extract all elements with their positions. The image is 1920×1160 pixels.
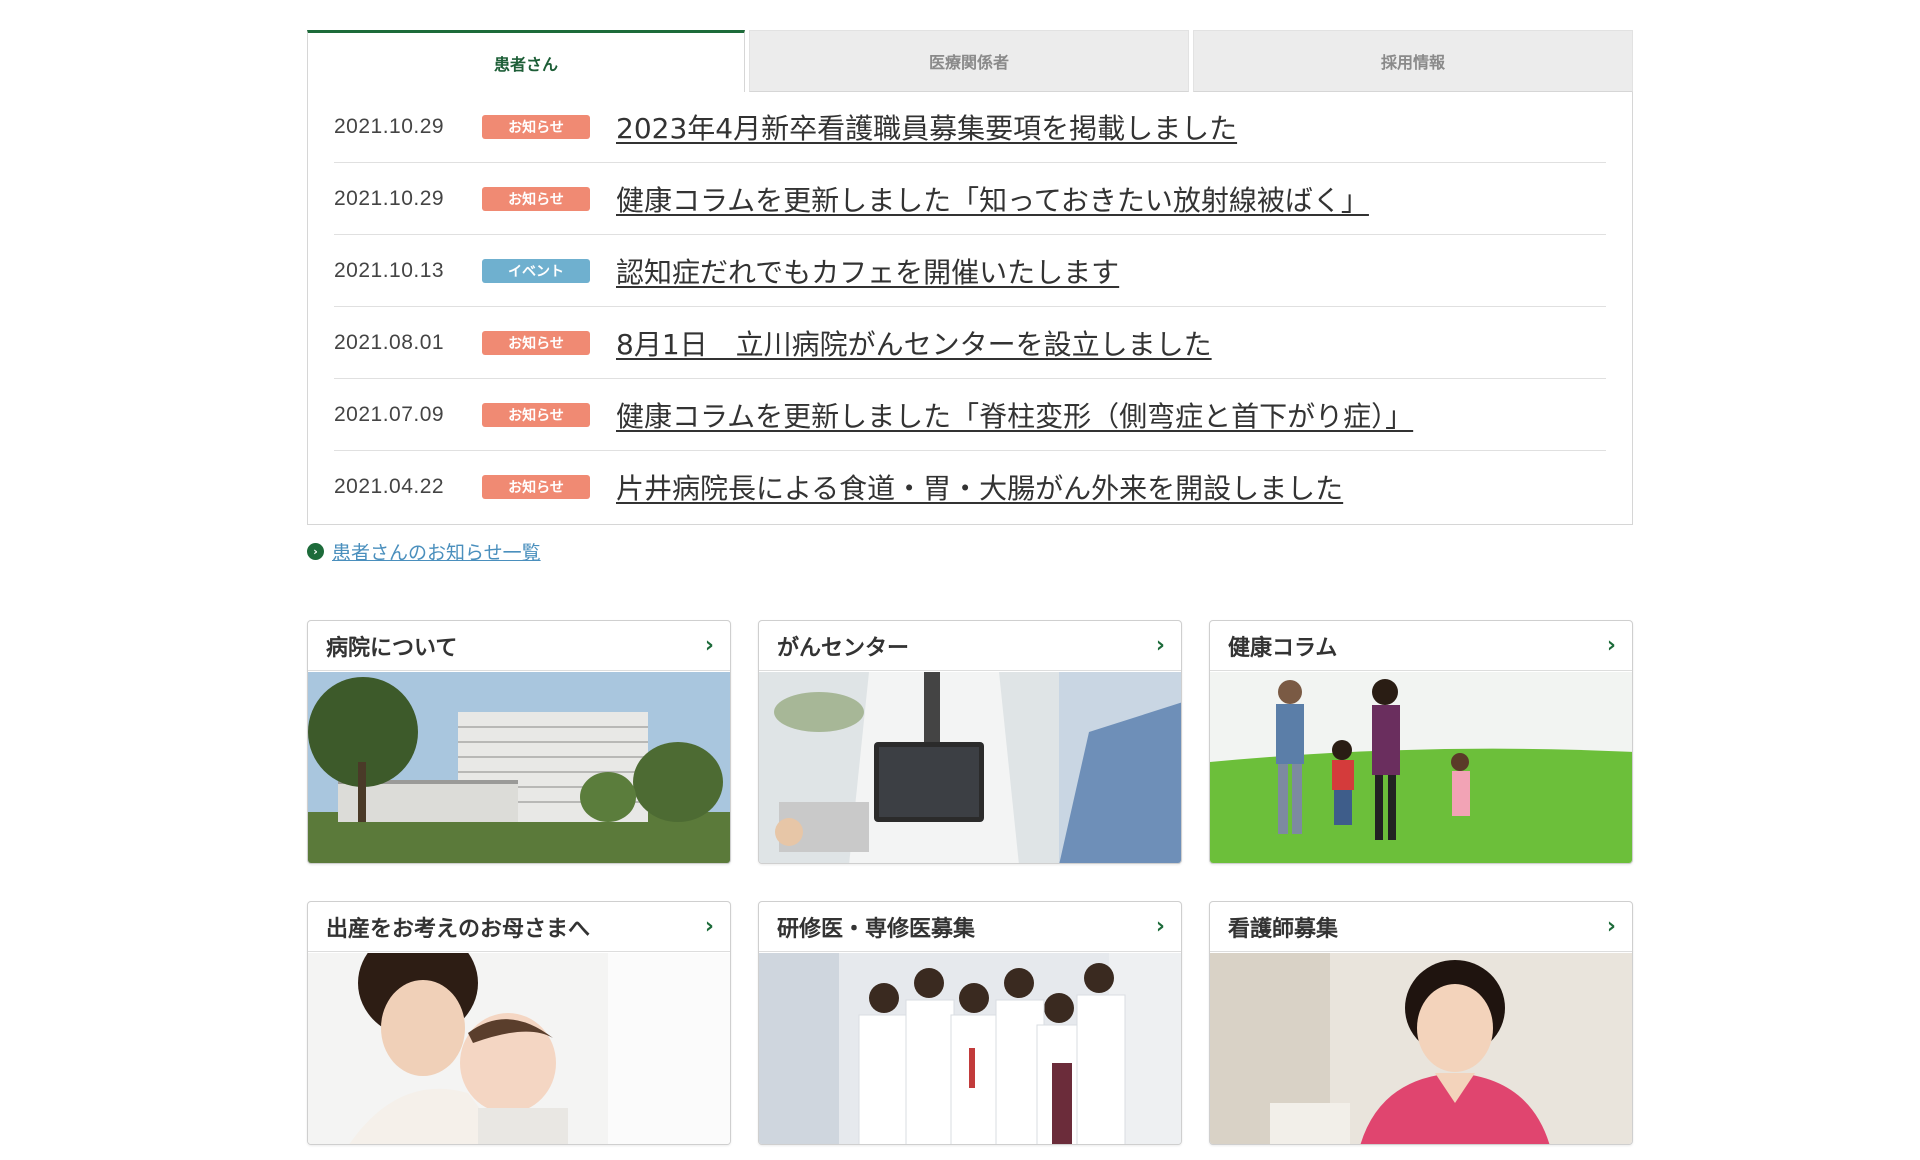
card-title: 看護師募集 bbox=[1228, 916, 1339, 942]
tab-patients[interactable]: 患者さん bbox=[307, 30, 745, 92]
news-title-link[interactable]: 認知症だれでもカフェを開催いたします bbox=[616, 251, 1119, 291]
chevron-right-icon: › bbox=[704, 633, 714, 658]
card-header: 健康コラム › bbox=[1210, 621, 1632, 671]
news-item: 2021.08.01 お知らせ 8月1日 立川病院がんセンターを設立しました bbox=[334, 307, 1606, 379]
news-title-link[interactable]: 健康コラムを更新しました「脊柱変形（側弯症と首下がり症）」 bbox=[616, 395, 1413, 435]
news-title-link[interactable]: 健康コラムを更新しました「知っておきたい放射線被ばく」 bbox=[616, 179, 1369, 219]
card-header: 出産をお考えのお母さまへ › bbox=[308, 902, 730, 952]
card-title: 出産をお考えのお母さまへ bbox=[326, 916, 591, 942]
card-header: がんセンター › bbox=[759, 621, 1181, 671]
card-title: 研修医・専修医募集 bbox=[777, 916, 976, 942]
news-tabs: 患者さん 医療関係者 採用情報 bbox=[307, 30, 1633, 92]
chevron-right-icon: › bbox=[704, 914, 714, 939]
news-date: 2021.08.01 bbox=[334, 330, 445, 354]
news-title-link[interactable]: 片井病院長による食道・胃・大腸がん外来を開設しました bbox=[616, 467, 1343, 507]
card-header: 病院について › bbox=[308, 621, 730, 671]
card-title: 健康コラム bbox=[1228, 635, 1338, 661]
chevron-right-icon: › bbox=[1155, 633, 1165, 658]
residents-group-image bbox=[759, 953, 1181, 1144]
news-date: 2021.10.29 bbox=[334, 186, 445, 210]
patients-news-list-link[interactable]: 患者さんのお知らせ一覧 bbox=[332, 538, 541, 565]
card-about-hospital[interactable]: 病院について › bbox=[307, 620, 731, 864]
tab-recruitment[interactable]: 採用情報 bbox=[1193, 30, 1633, 92]
chevron-right-icon: › bbox=[1155, 914, 1165, 939]
news-item: 2021.10.13 イベント 認知症だれでもカフェを開催いたします bbox=[334, 235, 1606, 307]
news-date: 2021.10.29 bbox=[334, 114, 445, 138]
news-list: 2021.10.29 お知らせ 2023年4月新卒看護職員募集要項を掲載しました… bbox=[307, 91, 1633, 525]
news-date: 2021.10.13 bbox=[334, 258, 445, 282]
card-header: 研修医・専修医募集 › bbox=[759, 902, 1181, 952]
news-title-link[interactable]: 2023年4月新卒看護職員募集要項を掲載しました bbox=[616, 107, 1237, 147]
news-badge: お知らせ bbox=[482, 330, 590, 355]
hospital-building-image bbox=[308, 672, 730, 863]
news-badge: お知らせ bbox=[482, 402, 590, 427]
chevron-right-icon: › bbox=[1606, 914, 1616, 939]
family-walking-image bbox=[1210, 672, 1632, 863]
doctor-tablet-image bbox=[759, 672, 1181, 863]
tab-medical-professionals[interactable]: 医療関係者 bbox=[749, 30, 1189, 92]
card-resident-recruitment[interactable]: 研修医・専修医募集 › bbox=[758, 901, 1182, 1145]
news-badge: イベント bbox=[482, 258, 590, 283]
chevron-right-icon: › bbox=[1606, 633, 1616, 658]
news-badge: お知らせ bbox=[482, 475, 590, 499]
circle-arrow-right-icon: › bbox=[307, 542, 324, 560]
news-date: 2021.07.09 bbox=[334, 402, 445, 426]
card-cancer-center[interactable]: がんセンター › bbox=[758, 620, 1182, 864]
card-title: 病院について bbox=[326, 635, 458, 661]
news-item: 2021.10.29 お知らせ 健康コラムを更新しました「知っておきたい放射線被… bbox=[334, 163, 1606, 235]
news-item: 2021.07.09 お知らせ 健康コラムを更新しました「脊柱変形（側弯症と首下… bbox=[334, 379, 1606, 451]
news-title-link[interactable]: 8月1日 立川病院がんセンターを設立しました bbox=[616, 323, 1212, 363]
news-section: 患者さん 医療関係者 採用情報 2021.10.29 お知らせ 2023年4月新… bbox=[307, 30, 1633, 565]
news-item: 2021.10.29 お知らせ 2023年4月新卒看護職員募集要項を掲載しました bbox=[334, 91, 1606, 163]
card-title: がんセンター bbox=[777, 635, 910, 661]
card-for-mothers[interactable]: 出産をお考えのお母さまへ › bbox=[307, 901, 731, 1145]
mother-baby-image bbox=[308, 953, 730, 1144]
more-news: › 患者さんのお知らせ一覧 bbox=[307, 538, 1633, 565]
card-nurse-recruitment[interactable]: 看護師募集 › bbox=[1209, 901, 1633, 1145]
news-badge: お知らせ bbox=[482, 186, 590, 211]
news-badge: お知らせ bbox=[482, 114, 590, 139]
news-item: 2021.04.22 お知らせ 片井病院長による食道・胃・大腸がん外来を開設しま… bbox=[334, 451, 1606, 523]
news-date: 2021.04.22 bbox=[334, 475, 445, 498]
card-health-column[interactable]: 健康コラム › bbox=[1209, 620, 1633, 864]
nurse-portrait-image bbox=[1210, 953, 1632, 1144]
card-header: 看護師募集 › bbox=[1210, 902, 1632, 952]
